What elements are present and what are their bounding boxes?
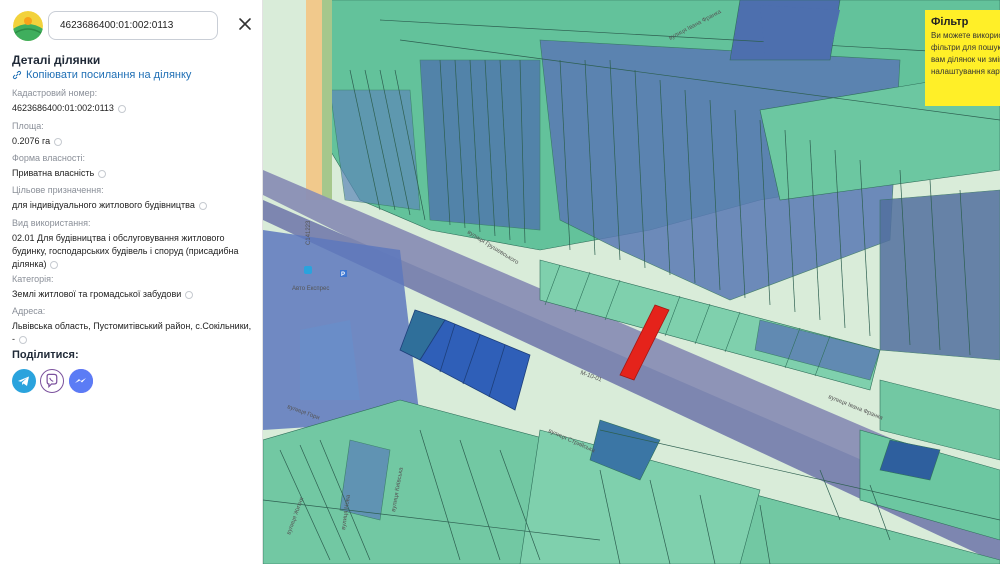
filter-description: Ви можете використовувати фільтри для по… xyxy=(931,31,1000,76)
field-label: Категорія: xyxy=(12,274,54,284)
telegram-icon xyxy=(18,376,29,386)
field-usage: Вид використання: 02.01 Для будівництва … xyxy=(12,217,255,271)
close-icon[interactable] xyxy=(236,15,254,33)
info-icon[interactable] xyxy=(54,137,63,146)
field-purpose: Цільове призначення: для індивідуального… xyxy=(12,184,255,212)
info-icon[interactable] xyxy=(50,260,59,269)
road-code-label: С141223 xyxy=(306,220,312,245)
copy-link-label: Копіювати посилання на ділянку xyxy=(26,69,192,81)
field-label: Вид використання: xyxy=(12,218,91,228)
svg-text:P: P xyxy=(341,272,345,278)
field-category: Категорія: Землі житлової та громадської… xyxy=(12,273,255,301)
field-label: Кадастровий номер: xyxy=(12,88,98,98)
logo-icon xyxy=(13,11,43,41)
field-label: Цільове призначення: xyxy=(12,185,104,195)
field-address: Адреса: Львівська область, Пустомитівськ… xyxy=(12,305,255,346)
field-value: для індивідуального житлового будівництв… xyxy=(12,199,255,212)
viber-icon xyxy=(46,373,58,389)
link-icon xyxy=(12,70,22,80)
viber-share-button[interactable] xyxy=(40,369,64,393)
field-value: Землі житлової та громадської забудови xyxy=(12,288,255,301)
info-icon[interactable] xyxy=(198,201,207,210)
lake xyxy=(760,5,840,55)
field-value: 4623686400:01:002:0113 xyxy=(12,102,255,115)
telegram-share-button[interactable] xyxy=(12,369,36,393)
app-logo[interactable] xyxy=(13,11,43,41)
road-vertical-border xyxy=(322,0,332,200)
parcel-details-panel: 4623686400:01:002:0113 Деталі ділянки Ко… xyxy=(0,0,263,564)
info-icon[interactable] xyxy=(117,104,126,113)
filter-title: Фільтр xyxy=(931,16,969,28)
blue-pond xyxy=(300,320,360,400)
info-icon[interactable] xyxy=(19,335,27,344)
field-value: 0.2076 га xyxy=(12,135,255,148)
field-label: Площа: xyxy=(12,121,44,131)
parking-icon: P xyxy=(340,270,347,278)
field-value: 02.01 Для будівництва і обслуговування ж… xyxy=(12,233,239,269)
cadastral-search-input[interactable]: 4623686400:01:002:0113 xyxy=(48,11,218,40)
field-value: Приватна власність xyxy=(12,167,255,180)
field-label: Форма власності: xyxy=(12,153,85,163)
cadastral-map[interactable]: С141223 М-10-01 вулиця Івана Франка вули… xyxy=(263,0,1000,564)
field-value: Львівська область, Пустомитівський район… xyxy=(12,321,252,344)
messenger-share-button[interactable] xyxy=(69,369,93,393)
field-label: Адреса: xyxy=(12,306,46,316)
info-icon[interactable] xyxy=(185,290,194,299)
road-vertical xyxy=(306,0,322,200)
field-area: Площа: 0.2076 га xyxy=(12,120,255,148)
info-icon[interactable] xyxy=(98,169,107,178)
hotel-icon xyxy=(304,266,312,274)
messenger-icon xyxy=(69,369,93,393)
copy-link-button[interactable]: Копіювати посилання на ділянку xyxy=(12,69,191,81)
share-title: Поділитися: xyxy=(12,349,79,361)
field-ownership: Форма власності: Приватна власність xyxy=(12,152,255,180)
poi-label: Авто Експрес xyxy=(292,286,329,292)
filter-panel[interactable]: Фільтр Ви можете використовувати фільтри… xyxy=(925,10,1000,106)
details-title: Деталі ділянки xyxy=(12,53,101,67)
field-cadastral: Кадастровий номер: 4623686400:01:002:011… xyxy=(12,87,255,115)
